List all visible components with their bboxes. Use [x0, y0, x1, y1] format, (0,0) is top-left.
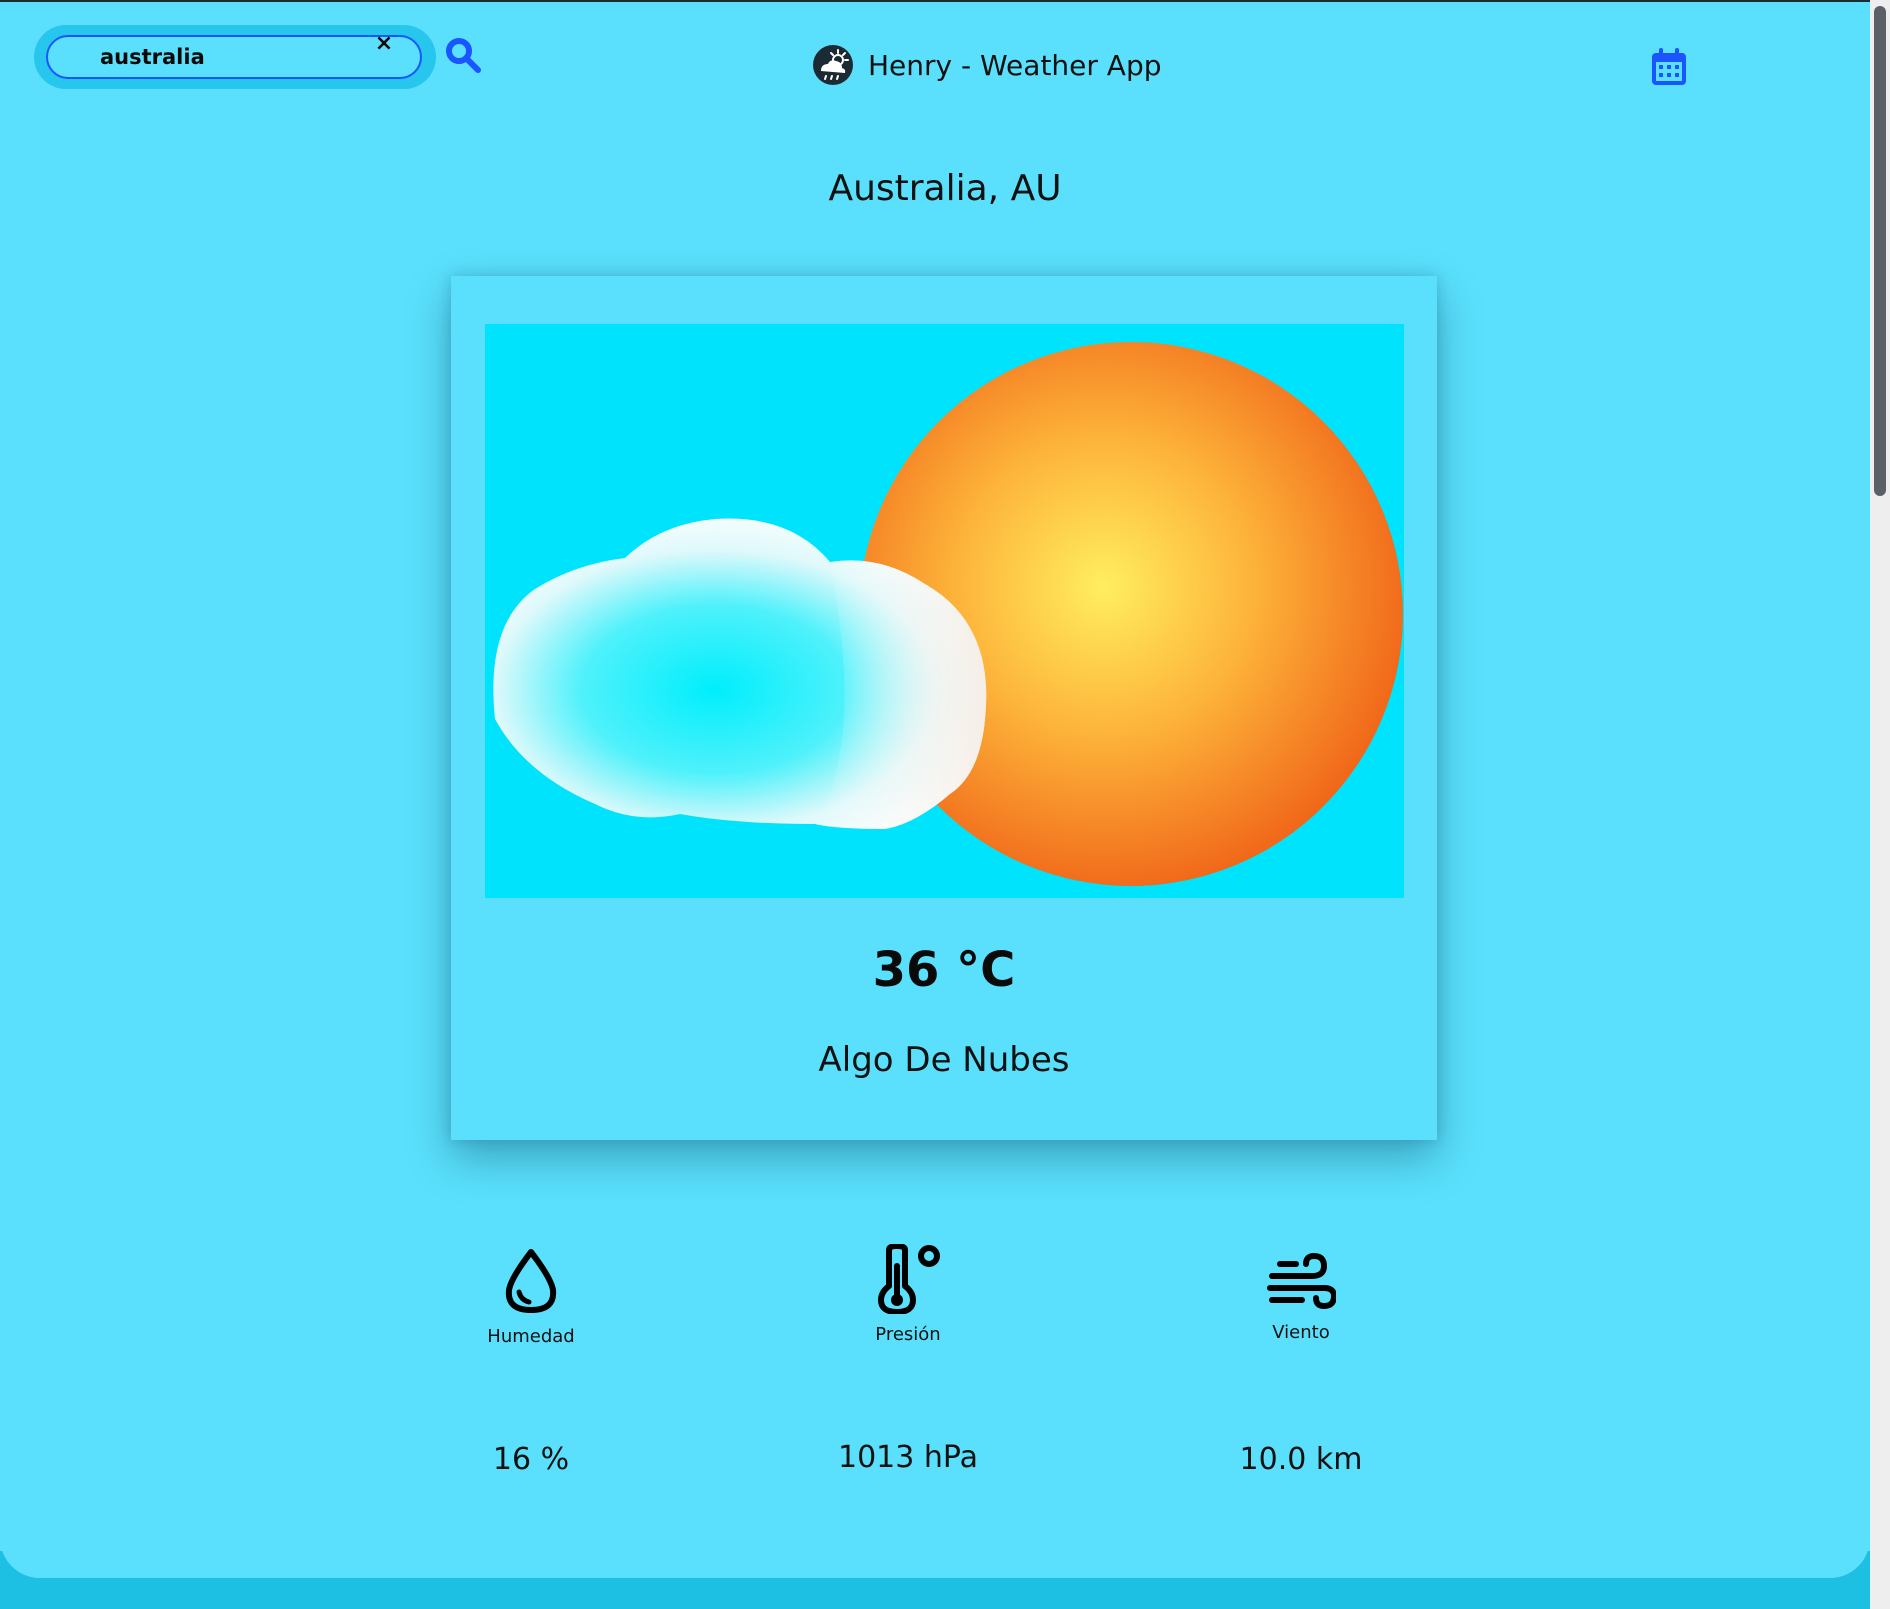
app-brand: Henry - Weather App — [812, 44, 1162, 86]
window-top-edge — [0, 0, 1890, 2]
scrollbar-thumb[interactable] — [1874, 6, 1886, 496]
stat-wind: Viento — [1171, 1250, 1431, 1343]
calendar-icon[interactable] — [1649, 46, 1689, 88]
thermometer-icon — [778, 1244, 1038, 1314]
clear-search-button[interactable]: × — [375, 33, 393, 55]
temperature-value: 36 °C — [872, 942, 1016, 998]
stat-pressure-value: 1013 hPa — [837, 1440, 979, 1475]
stat-humidity-value: 16 % — [492, 1442, 570, 1477]
city-title: Australia, AU — [828, 168, 1062, 209]
stat-humidity-label: Humedad — [487, 1326, 575, 1347]
stat-pressure: Presión — [778, 1244, 1038, 1345]
stat-wind-value: 10.0 km — [1239, 1442, 1363, 1477]
water-drop-icon — [401, 1246, 661, 1316]
app-title: Henry - Weather App — [868, 48, 1162, 82]
wind-icon — [1171, 1250, 1431, 1312]
weather-card: 36 °C Algo De Nubes — [451, 276, 1437, 1140]
search-icon[interactable] — [444, 36, 484, 76]
stat-pressure-label: Presión — [875, 1324, 941, 1345]
stat-wind-label: Viento — [1272, 1322, 1330, 1343]
weather-app-window: × — [0, 0, 1890, 1609]
stat-humidity: Humedad — [401, 1246, 661, 1347]
search-input[interactable] — [46, 35, 422, 79]
weather-illustration — [485, 324, 1404, 898]
weather-description: Algo De Nubes — [818, 1040, 1070, 1080]
page-scrollbar[interactable] — [1870, 0, 1890, 1609]
weather-cloud-logo-icon — [812, 44, 854, 86]
